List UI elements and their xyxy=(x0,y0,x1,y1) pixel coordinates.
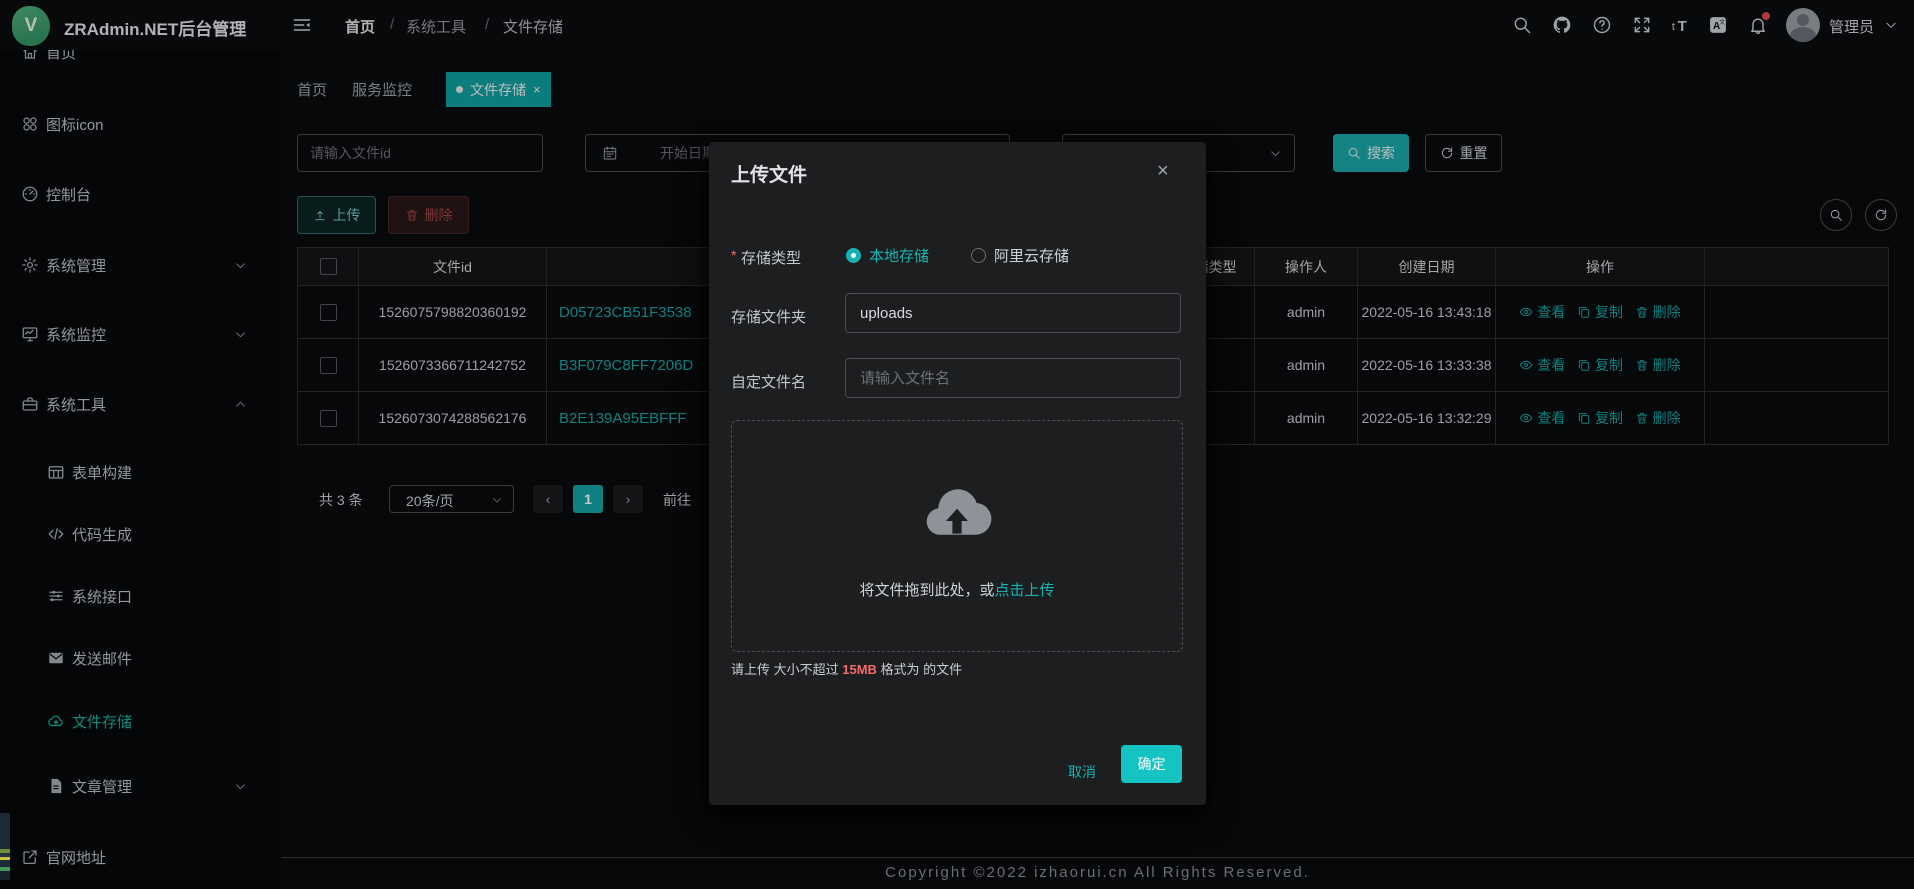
folder-label: 存储文件夹 xyxy=(731,306,806,327)
required-asterisk: * xyxy=(731,247,736,263)
folder-input[interactable] xyxy=(845,293,1181,333)
screen-edge-artifact xyxy=(0,813,10,880)
cancel-button[interactable]: 取消 xyxy=(1058,754,1106,790)
radio-selected-icon xyxy=(846,248,861,263)
size-limit: 15MB xyxy=(842,662,877,677)
storage-type-label: 存储类型 xyxy=(741,247,801,268)
upload-cloud-icon xyxy=(920,485,994,543)
upload-dropzone[interactable]: 将文件拖到此处，或点击上传 xyxy=(731,420,1183,652)
radio-aliyun-storage[interactable]: 阿里云存储 xyxy=(971,245,1069,266)
filename-label: 自定文件名 xyxy=(731,371,806,392)
filename-input[interactable] xyxy=(845,358,1181,398)
radio-local-storage[interactable]: 本地存储 xyxy=(846,245,929,266)
dropzone-text: 将文件拖到此处，或点击上传 xyxy=(732,579,1182,600)
dialog-title: 上传文件 xyxy=(731,160,807,187)
confirm-button[interactable]: 确定 xyxy=(1121,745,1182,783)
radio-unselected-icon xyxy=(971,248,986,263)
upload-dialog: 上传文件 × * 存储类型 本地存储 阿里云存储 存储文件夹 自定文件名 将文件… xyxy=(709,142,1206,805)
upload-tip: 请上传 大小不超过 15MB 格式为 的文件 xyxy=(731,659,962,678)
app-root: 首页 图标icon 控制台 系统管理 系统监控 系统工具 表单构建 xyxy=(0,0,1914,889)
click-to-upload-link[interactable]: 点击上传 xyxy=(995,582,1055,599)
dialog-close-icon[interactable]: × xyxy=(1157,160,1169,183)
